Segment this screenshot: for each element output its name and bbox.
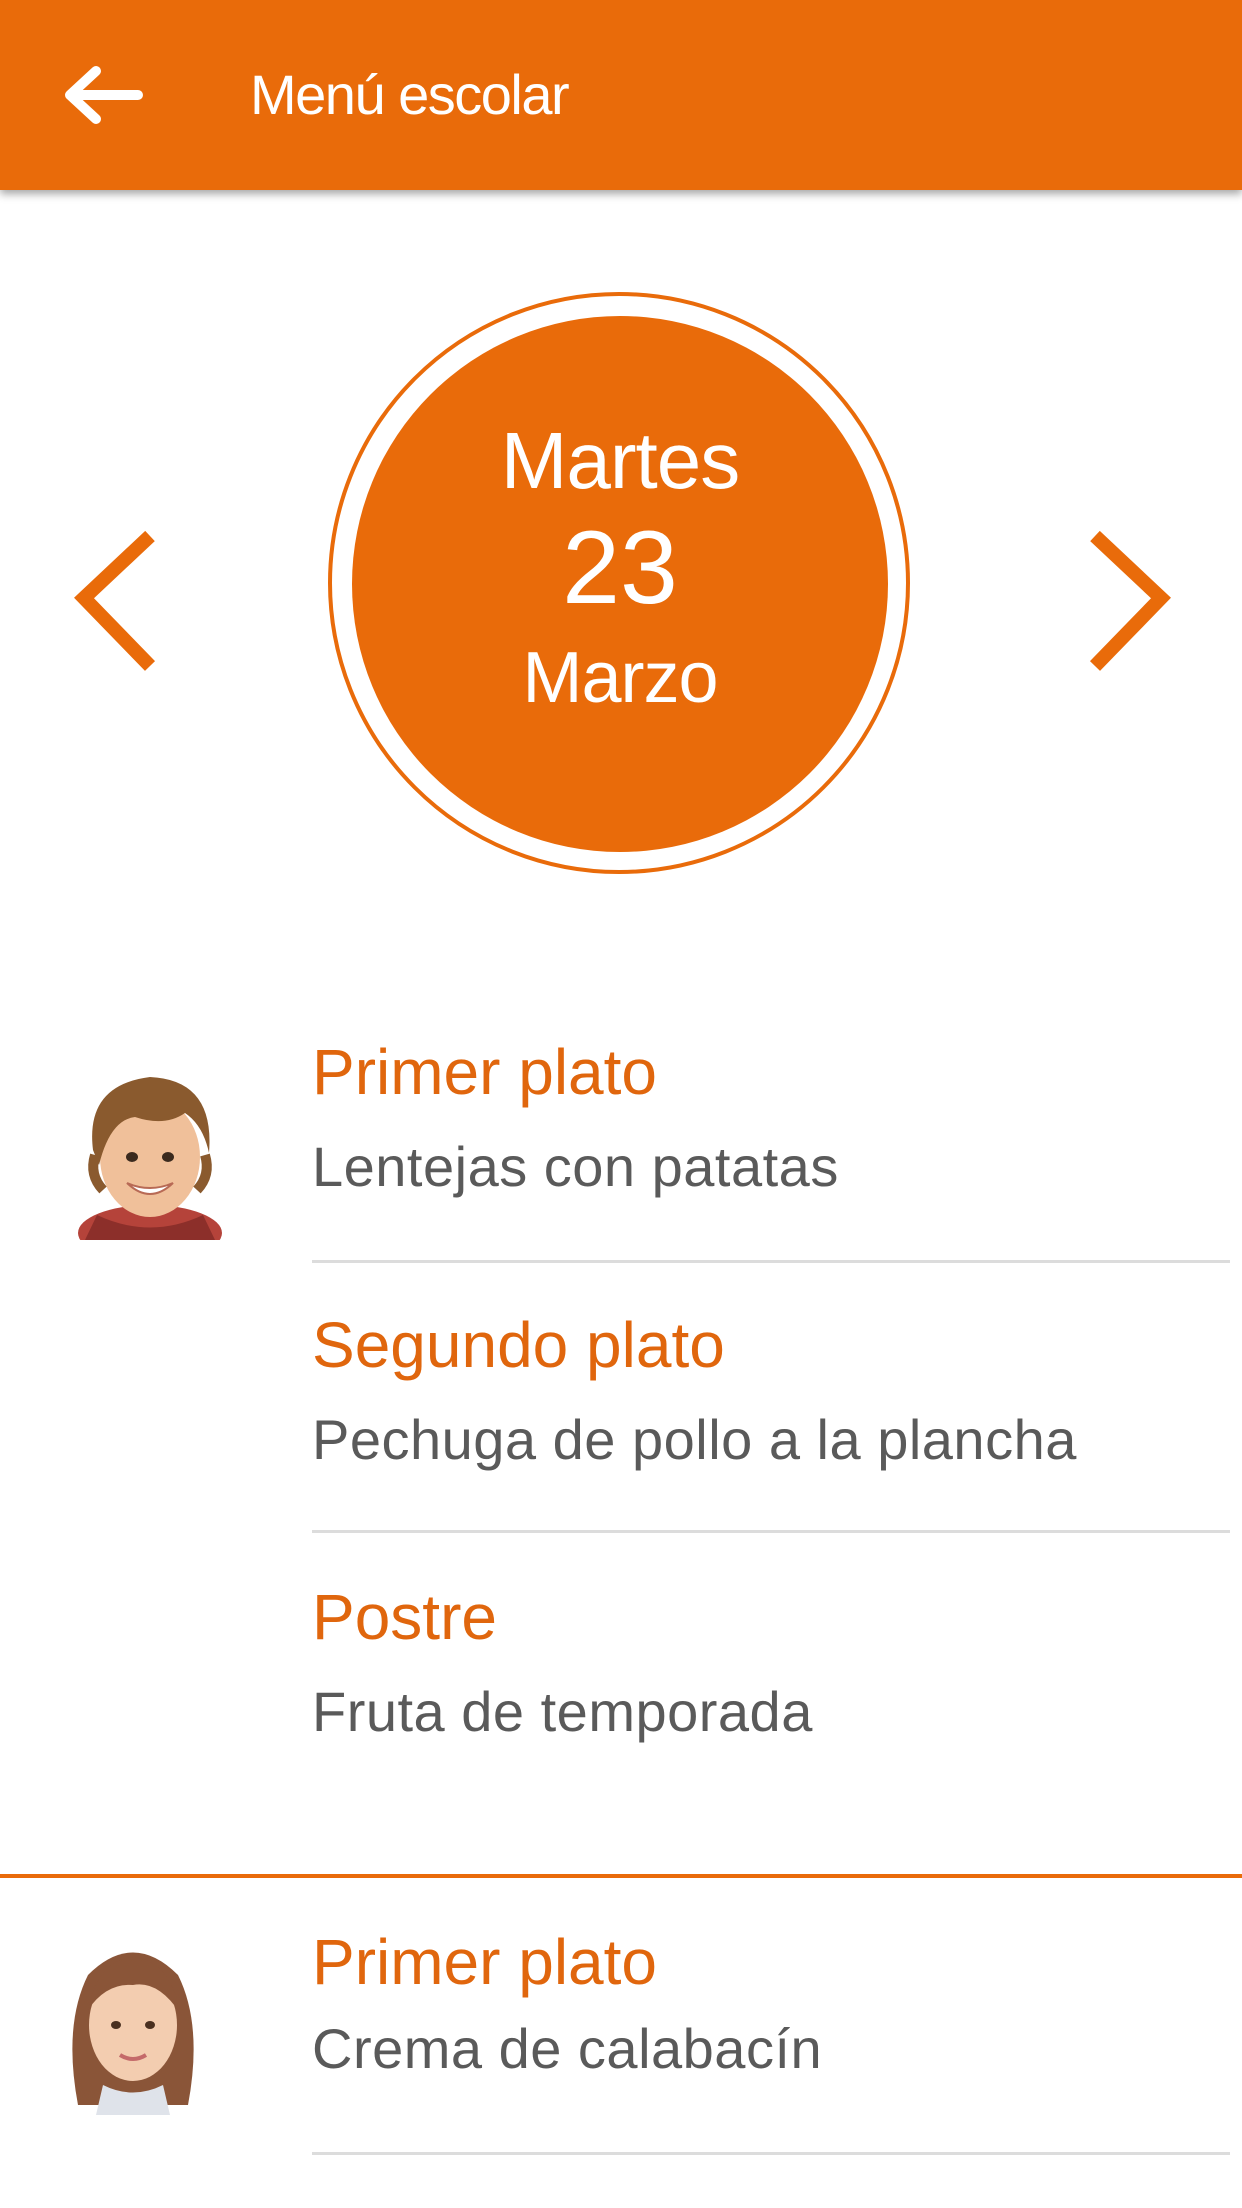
arrow-left-icon xyxy=(65,66,143,124)
dish-name: Crema de calabacín xyxy=(312,2017,823,2080)
divider xyxy=(312,2152,1230,2155)
dish-second-course: Segundo plato Pechuga de pollo a la plan… xyxy=(312,1308,1232,1528)
dish-name: Lentejas con patatas xyxy=(312,1135,839,1198)
child-boy-avatar xyxy=(75,1065,225,1261)
chevron-right-icon xyxy=(1089,530,1171,671)
page-title: Menú escolar xyxy=(250,63,570,126)
dish-name: Fruta de temporada xyxy=(312,1680,813,1743)
back-button[interactable] xyxy=(60,52,160,138)
section-divider xyxy=(0,1874,1242,1878)
dish-title: Primer plato xyxy=(312,1036,657,1108)
dish-first-course: Primer plato Crema de calabacín xyxy=(312,1925,1232,2125)
dish-title: Segundo plato xyxy=(312,1309,725,1381)
date-weekday: Martes xyxy=(500,416,741,505)
dish-first-course: Primer plato Lentejas con patatas xyxy=(312,1035,1232,1255)
divider xyxy=(312,1260,1230,1263)
dish-title: Postre xyxy=(312,1581,497,1653)
dish-name: Pechuga de pollo a la plancha xyxy=(312,1408,1077,1471)
dish-dessert: Postre Fruta de temporada xyxy=(312,1580,1232,1800)
date-badge: Martes 23 Marzo xyxy=(352,316,888,852)
next-day-button[interactable] xyxy=(1085,530,1175,675)
chevron-left-icon xyxy=(74,530,156,671)
app-bar: Menú escolar xyxy=(0,0,1242,190)
date-day: 23 xyxy=(562,510,678,626)
date-month: Marzo xyxy=(522,638,718,718)
divider xyxy=(312,1530,1230,1533)
child-girl-avatar xyxy=(58,1935,208,2115)
previous-day-button[interactable] xyxy=(70,530,160,675)
dish-title: Primer plato xyxy=(312,1926,657,1998)
